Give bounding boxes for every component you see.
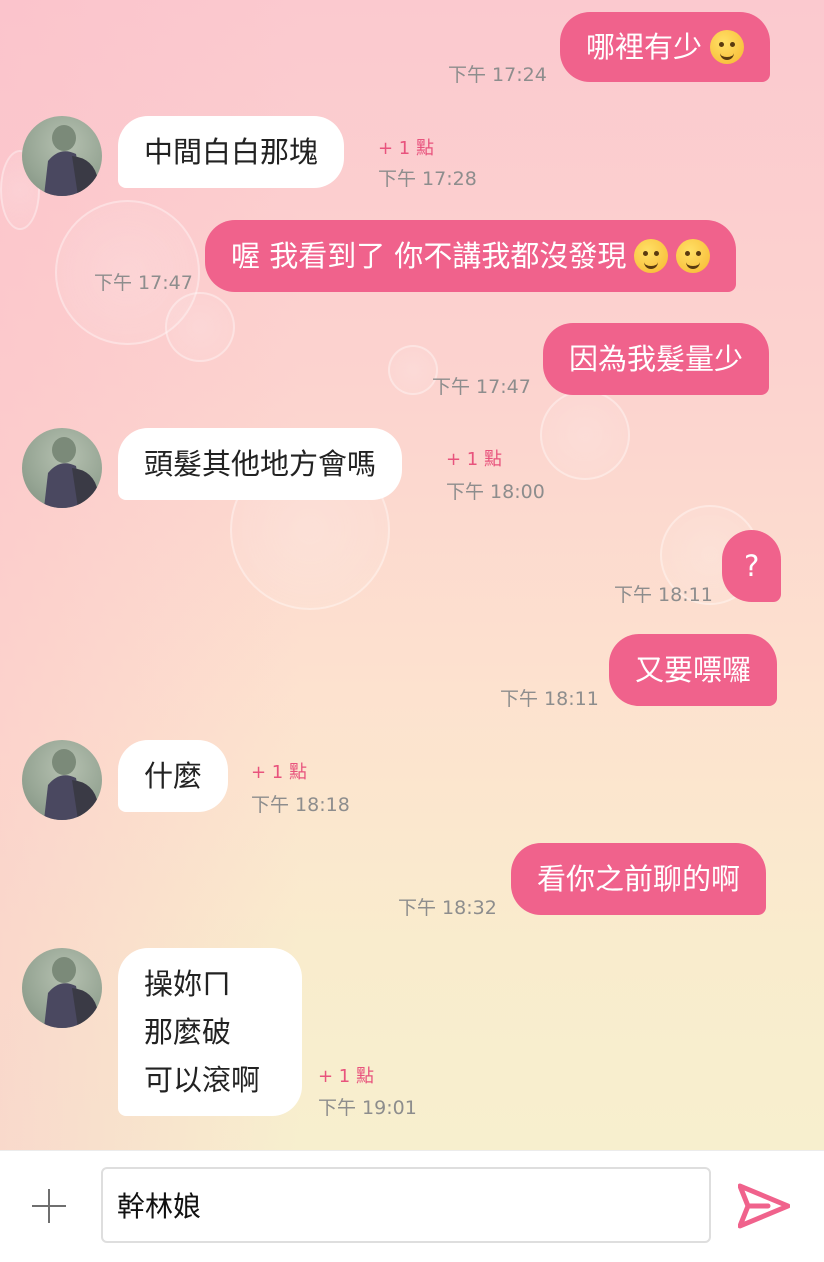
message-time: 下午 18:32: [398, 897, 497, 919]
message-text: 看你之前聊的啊: [537, 862, 741, 896]
message-time: 下午 18:00: [446, 481, 545, 503]
message-line: 那麼破: [144, 1015, 232, 1049]
message-text: 哪裡有少: [586, 30, 703, 64]
message-bubble-outgoing: 看你之前聊的啊: [511, 843, 767, 915]
avatar[interactable]: [22, 428, 102, 508]
message-text: 又要嘌囉: [635, 653, 752, 687]
message-bubble-outgoing: 喔 我看到了 你不講我都沒發現: [205, 220, 737, 292]
thinking-face-icon: [710, 30, 745, 64]
message-bubble-incoming: 操妳ㄇ 那麼破 可以滾啊: [118, 948, 302, 1116]
message-time: 下午 19:01: [318, 1097, 417, 1119]
person-icon: [44, 749, 98, 820]
message-text: 因為我髮量少: [569, 342, 744, 376]
person-icon: [44, 125, 98, 196]
send-icon[interactable]: [738, 1183, 790, 1229]
avatar[interactable]: [22, 740, 102, 820]
message-text: 什麼: [144, 759, 203, 793]
composer-bar: 幹林娘: [0, 1150, 824, 1262]
avatar[interactable]: [22, 948, 102, 1028]
laughing-face-icon: [676, 239, 711, 273]
person-icon: [44, 437, 98, 508]
laughing-face-icon: [634, 239, 669, 273]
plus-icon[interactable]: [30, 1187, 68, 1225]
person-icon: [44, 957, 98, 1028]
message-time: 下午 18:11: [614, 584, 713, 606]
chat-area[interactable]: 哪裡有少 下午 17:24 中間白白那塊 + 1 點 下午 17:28 喔 我看…: [0, 0, 824, 1150]
message-text: 喔 我看到了 你不講我都沒發現: [231, 239, 627, 273]
message-bubble-incoming: 什麼: [118, 740, 229, 812]
message-input[interactable]: 幹林娘: [101, 1167, 711, 1243]
message-line: 操妳ㄇ: [144, 967, 232, 1001]
message-line: 可以滾啊: [144, 1063, 261, 1097]
message-time: 下午 17:24: [448, 64, 547, 86]
avatar[interactable]: [22, 116, 102, 196]
message-time: 下午 18:11: [500, 688, 599, 710]
message-time: 下午 17:28: [378, 168, 477, 190]
message-bubble-incoming: 中間白白那塊: [118, 116, 345, 188]
message-bubble-outgoing: 哪裡有少: [560, 12, 771, 82]
message-time: 下午 17:47: [94, 272, 193, 294]
points-badge: + 1 點: [446, 449, 502, 470]
message-bubble-outgoing: 因為我髮量少: [543, 323, 770, 395]
message-time: 下午 17:47: [432, 376, 531, 398]
points-badge: + 1 點: [318, 1066, 374, 1087]
message-bubble-outgoing: 又要嘌囉: [609, 634, 778, 706]
message-bubble-outgoing: ?: [722, 530, 782, 602]
message-text: 中間白白那塊: [144, 135, 319, 169]
points-badge: + 1 點: [251, 762, 307, 783]
message-text: 頭髮其他地方會嗎: [144, 447, 377, 481]
points-badge: + 1 點: [378, 138, 434, 159]
message-time: 下午 18:18: [251, 794, 350, 816]
message-text: ?: [744, 549, 760, 583]
message-bubble-incoming: 頭髮其他地方會嗎: [118, 428, 403, 500]
